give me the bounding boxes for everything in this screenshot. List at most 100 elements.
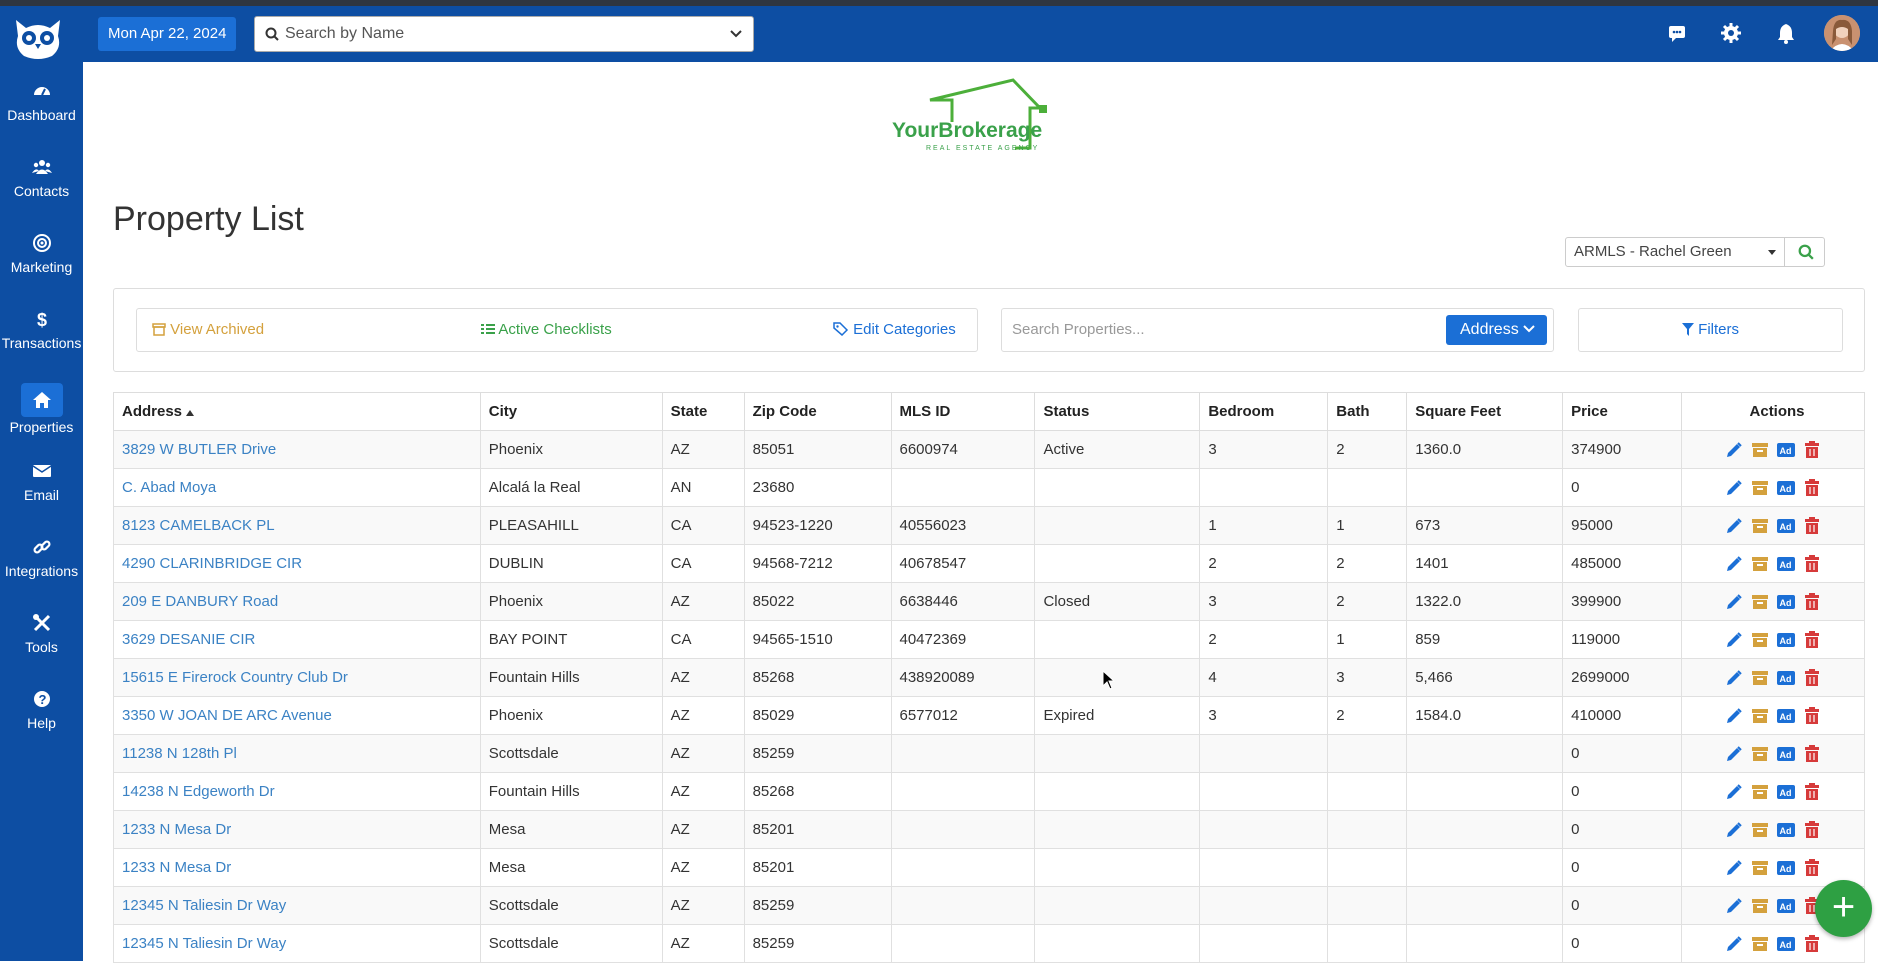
trash-icon[interactable] <box>1803 858 1821 877</box>
trash-icon[interactable] <box>1803 440 1821 459</box>
sidebar-item-email[interactable]: Email <box>0 451 83 521</box>
ad-icon[interactable]: Ad <box>1777 593 1796 611</box>
mls-account-select[interactable]: ARMLS - Rachel Green <box>1565 237 1825 267</box>
trash-icon[interactable] <box>1803 592 1821 611</box>
edit-icon[interactable] <box>1725 821 1743 839</box>
sidebar-item-properties[interactable]: Properties <box>0 375 83 445</box>
ad-icon[interactable]: Ad <box>1777 707 1796 725</box>
ad-icon[interactable]: Ad <box>1777 859 1796 877</box>
date-button[interactable]: Mon Apr 22, 2024 <box>98 17 237 51</box>
archive-icon[interactable] <box>1751 821 1769 839</box>
table-row[interactable]: 209 E DANBURY Road Phoenix AZ 85022 6638446 C… <box>113 582 1865 621</box>
trash-icon[interactable] <box>1803 934 1821 953</box>
column-header[interactable]: Bath <box>1327 392 1408 431</box>
address-link[interactable]: 3829 W BUTLER Drive <box>113 430 481 469</box>
trash-icon[interactable] <box>1803 782 1821 801</box>
table-row[interactable]: 3629 DESANIE CIR BAY POINT CA 94565-1510 404… <box>113 620 1865 659</box>
trash-icon[interactable] <box>1803 668 1821 687</box>
sidebar-item-contacts[interactable]: Contacts <box>0 147 83 217</box>
table-row[interactable]: 1233 N Mesa Dr Mesa AZ 85201 0 Ad <box>113 848 1865 887</box>
archive-icon[interactable] <box>1751 897 1769 915</box>
address-link[interactable]: 1233 N Mesa Dr <box>113 848 481 887</box>
ad-icon[interactable]: Ad <box>1777 897 1796 915</box>
edit-icon[interactable] <box>1725 783 1743 801</box>
address-link[interactable]: 14238 N Edgeworth Dr <box>113 772 481 811</box>
archive-icon[interactable] <box>1751 783 1769 801</box>
table-row[interactable]: 15615 E Firerock Country Club Dr Fountain… <box>113 658 1865 697</box>
archive-icon[interactable] <box>1751 479 1769 497</box>
table-row[interactable]: 3829 W BUTLER Drive Phoenix AZ 85051 6600974… <box>113 430 1865 469</box>
gear-icon[interactable] <box>1720 22 1742 44</box>
column-header[interactable]: Price <box>1562 392 1683 431</box>
address-link[interactable]: 209 E DANBURY Road <box>113 582 481 621</box>
trash-icon[interactable] <box>1803 630 1821 649</box>
address-link[interactable]: 12345 N Taliesin Dr Way <box>113 886 481 925</box>
address-link[interactable]: 3629 DESANIE CIR <box>113 620 481 659</box>
name-search-select[interactable]: Search by Name <box>254 16 754 52</box>
ad-icon[interactable]: Ad <box>1777 935 1796 953</box>
edit-icon[interactable] <box>1725 479 1743 497</box>
ad-icon[interactable]: Ad <box>1777 631 1796 649</box>
edit-icon[interactable] <box>1725 707 1743 725</box>
archive-icon[interactable] <box>1751 935 1769 953</box>
edit-icon[interactable] <box>1725 441 1743 459</box>
bell-icon[interactable] <box>1775 22 1797 44</box>
sidebar-item-marketing[interactable]: Marketing <box>0 223 83 293</box>
archive-icon[interactable] <box>1751 745 1769 763</box>
archive-icon[interactable] <box>1751 707 1769 725</box>
trash-icon[interactable] <box>1803 706 1821 725</box>
owl-logo-icon[interactable] <box>12 18 64 60</box>
mls-search-button[interactable] <box>1784 237 1824 267</box>
column-header[interactable]: Square Feet <box>1406 392 1564 431</box>
column-header[interactable]: State <box>661 392 745 431</box>
edit-icon[interactable] <box>1725 669 1743 687</box>
column-header[interactable]: Zip Code <box>743 392 892 431</box>
edit-icon[interactable] <box>1725 517 1743 535</box>
archive-icon[interactable] <box>1751 859 1769 877</box>
table-row[interactable]: 1233 N Mesa Dr Mesa AZ 85201 0 Ad <box>113 810 1865 849</box>
sidebar-item-tools[interactable]: Tools <box>0 603 83 673</box>
edit-icon[interactable] <box>1725 631 1743 649</box>
address-link[interactable]: 8123 CAMELBACK PL <box>113 506 481 545</box>
address-link[interactable]: 12345 N Taliesin Dr Way <box>113 924 481 963</box>
trash-icon[interactable] <box>1803 554 1821 573</box>
table-row[interactable]: 3350 W JOAN DE ARC Avenue Phoenix AZ 85029 6… <box>113 696 1865 735</box>
ad-icon[interactable]: Ad <box>1777 669 1796 687</box>
column-header[interactable]: Status <box>1034 392 1201 431</box>
table-row[interactable]: 14238 N Edgeworth Dr Fountain Hills AZ 8526… <box>113 772 1865 811</box>
edit-icon[interactable] <box>1725 555 1743 573</box>
ad-icon[interactable]: Ad <box>1777 783 1796 801</box>
sidebar-item-help[interactable]: ? Help <box>0 679 83 749</box>
ad-icon[interactable]: Ad <box>1777 479 1796 497</box>
ad-icon[interactable]: Ad <box>1777 821 1796 839</box>
table-row[interactable]: 11238 N 128th Pl Scottsdale AZ 85259 0 Ad <box>113 734 1865 773</box>
address-link[interactable]: 3350 W JOAN DE ARC Avenue <box>113 696 481 735</box>
address-link[interactable]: 1233 N Mesa Dr <box>113 810 481 849</box>
sidebar-item-integrations[interactable]: Integrations <box>0 527 83 597</box>
archive-icon[interactable] <box>1751 517 1769 535</box>
add-property-fab[interactable]: + <box>1815 880 1872 937</box>
view-archived-link[interactable]: View Archived <box>152 321 264 338</box>
edit-icon[interactable] <box>1725 859 1743 877</box>
ad-icon[interactable]: Ad <box>1777 745 1796 763</box>
address-link[interactable]: 4290 CLARINBRIDGE CIR <box>113 544 481 583</box>
sidebar-item-transactions[interactable]: $ Transactions <box>0 299 83 369</box>
trash-icon[interactable] <box>1803 820 1821 839</box>
address-link[interactable]: 11238 N 128th Pl <box>113 734 481 773</box>
edit-icon[interactable] <box>1725 935 1743 953</box>
archive-icon[interactable] <box>1751 593 1769 611</box>
column-header[interactable]: Bedroom <box>1199 392 1329 431</box>
ad-icon[interactable]: Ad <box>1777 555 1796 573</box>
table-row[interactable]: 12345 N Taliesin Dr Way Scottsdale AZ 85259… <box>113 924 1865 963</box>
filters-button[interactable]: Filters <box>1578 308 1843 352</box>
active-checklists-link[interactable]: Active Checklists <box>481 321 612 338</box>
trash-icon[interactable] <box>1803 744 1821 763</box>
edit-icon[interactable] <box>1725 745 1743 763</box>
edit-icon[interactable] <box>1725 897 1743 915</box>
ad-icon[interactable]: Ad <box>1777 441 1796 459</box>
trash-icon[interactable] <box>1803 516 1821 535</box>
edit-icon[interactable] <box>1725 593 1743 611</box>
address-link[interactable]: C. Abad Moya <box>113 468 481 507</box>
column-header[interactable]: MLS ID <box>890 392 1036 431</box>
trash-icon[interactable] <box>1803 478 1821 497</box>
